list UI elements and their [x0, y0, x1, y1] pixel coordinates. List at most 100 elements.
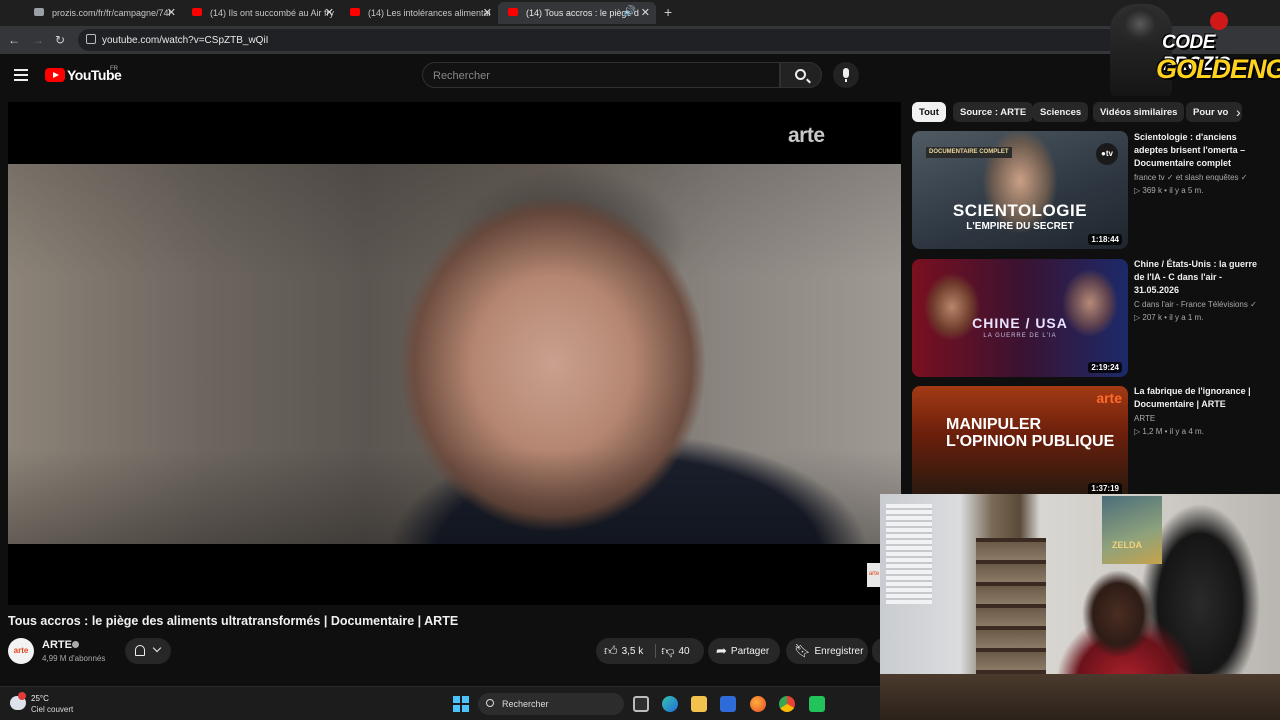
view-count: 207 k — [1142, 313, 1162, 322]
dislike-count[interactable]: 40 — [678, 646, 689, 657]
channel-name[interactable]: ARTE — [42, 639, 72, 651]
thumbnail-text: MANIPULER L'OPINION PUBLIQUE — [946, 416, 1115, 450]
store-icon[interactable] — [720, 696, 736, 712]
windows-start-icon[interactable] — [453, 696, 469, 712]
subscriber-count: 4,99 M d'abonnés — [42, 654, 106, 663]
recommendation-thumbnail[interactable]: DOCUMENTAIRE COMPLET ●tv SCIENTOLOGIE L'… — [912, 131, 1128, 249]
like-count[interactable]: 3,5 k — [622, 646, 644, 657]
recommendation-title[interactable]: La fabrique de l'ignorance | Documentair… — [1134, 385, 1262, 411]
desk — [880, 674, 1280, 720]
chevron-right-icon[interactable]: › — [1236, 104, 1241, 120]
browser-tab-tous-accros[interactable]: (14) Tous accros : le piège d 🔊 ✕ — [498, 2, 656, 24]
firefox-icon[interactable] — [750, 696, 766, 712]
channel-avatar[interactable]: arte — [8, 638, 34, 664]
video-frame — [8, 164, 901, 544]
back-arrow-icon[interactable]: ← — [8, 33, 20, 47]
thumbnail-badge: DOCUMENTAIRE COMPLET — [926, 147, 1012, 158]
share-label: Partager — [730, 645, 770, 657]
browser-tab-air-fryer[interactable]: (14) Ils ont succombé au Air fry ✕ — [182, 2, 340, 24]
close-icon[interactable]: ✕ — [641, 6, 650, 19]
weather-condition[interactable]: Ciel couvert — [31, 705, 73, 714]
thumbs-up-icon[interactable]: 👍︎ — [604, 643, 618, 659]
close-icon[interactable]: ✕ — [167, 6, 176, 19]
view-count: 1,2 M — [1142, 427, 1163, 436]
thumbnail-subtext: LA GUERRE DE L'IA — [983, 333, 1057, 339]
arte-logo: arte — [1096, 390, 1122, 406]
chrome-icon[interactable] — [779, 696, 795, 712]
task-view-icon[interactable] — [633, 696, 649, 712]
recommendation-channel[interactable]: ARTE — [1134, 414, 1155, 423]
recommendation-channel[interactable]: france tv ✓ et slash enquêtes ✓ — [1134, 173, 1247, 182]
bookmark-icon: 🔖︎ — [794, 643, 811, 658]
youtube-play-icon — [45, 68, 65, 82]
share-arrow-icon: ➦ — [716, 643, 727, 658]
france-tv-logo: ●tv — [1096, 143, 1118, 165]
url-text: youtube.com/watch?v=CSpZTB_wQiI — [102, 35, 269, 46]
youtube-header: YouTube FR Rechercher — [0, 54, 1280, 98]
search-icon — [486, 699, 494, 707]
bell-icon — [135, 645, 145, 656]
thumbs-down-icon[interactable]: 👎︎ — [661, 643, 674, 659]
share-button[interactable]: ➦ Partager — [708, 638, 780, 664]
red-emblem — [1210, 12, 1228, 30]
reload-icon[interactable]: ↻ — [55, 33, 65, 47]
tab-label: prozis.com/fr/fr/campagne/74l — [52, 8, 171, 18]
recommendation-meta: ▷ 1,2 M • il y a 4 m. — [1134, 427, 1204, 436]
like-divider — [655, 644, 656, 658]
recommendation-thumbnail[interactable]: arte MANIPULER L'OPINION PUBLIQUE 1:37:1… — [912, 386, 1128, 494]
zelda-poster: ZELDA — [1102, 496, 1162, 564]
browser-tab-intolerances[interactable]: (14) Les intolérances alimentai ✕ — [340, 2, 498, 24]
edge-icon[interactable] — [662, 696, 678, 712]
microphone-icon — [843, 68, 849, 78]
chip-source-arte[interactable]: Source : ARTE — [953, 102, 1034, 122]
promo-code-logo: CODE PROZIS GOLDENG — [1110, 4, 1280, 96]
save-button[interactable]: 🔖︎ Enregistrer — [786, 638, 868, 664]
voice-search-button[interactable] — [833, 62, 859, 88]
video-player[interactable]: arte arte — [8, 102, 901, 605]
search-button[interactable] — [780, 62, 822, 88]
arte-corner-logo: arte — [867, 563, 881, 587]
notification-bell-button[interactable] — [125, 638, 171, 664]
recommendation-thumbnail[interactable]: CHINE / USA LA GUERRE DE L'IA 2:19:24 — [912, 259, 1128, 377]
chevron-down-icon — [152, 643, 162, 653]
app-icon[interactable] — [809, 696, 825, 712]
search-input[interactable]: Rechercher — [422, 62, 780, 88]
recommendation-title[interactable]: Scientologie : d'anciens adeptes brisent… — [1134, 131, 1262, 170]
address-bar-row: ← → ↻ youtube.com/watch?v=CSpZTB_wQiI — [0, 26, 1280, 54]
close-icon[interactable]: ✕ — [483, 6, 492, 19]
webcam-overlay: ZELDA — [880, 494, 1280, 720]
chip-tout[interactable]: Tout — [912, 102, 946, 122]
recommendation-channel[interactable]: C dans l'air - France Télévisions ✓ — [1134, 300, 1257, 309]
logo-line-2: GOLDENG — [1156, 54, 1280, 84]
duration-badge: 1:37:19 — [1088, 483, 1122, 494]
view-count: 369 k — [1142, 186, 1162, 195]
chip-pour-vous[interactable]: Pour vo — [1186, 102, 1242, 122]
site-info-icon[interactable] — [86, 34, 96, 44]
menu-icon[interactable] — [14, 69, 28, 81]
weather-icon[interactable] — [10, 692, 26, 710]
thumbnail-text: SCIENTOLOGIE — [952, 201, 1088, 220]
forward-arrow-icon[interactable]: → — [32, 33, 44, 47]
recommendation-meta: ▷ 369 k • il y a 5 m. — [1134, 186, 1204, 195]
upload-age: il y a 1 m. — [1169, 313, 1204, 322]
close-icon[interactable]: ✕ — [325, 6, 334, 19]
search-icon — [795, 69, 806, 80]
recommendation-title[interactable]: Chine / États-Unis : la guerre de l'IA -… — [1134, 258, 1262, 297]
recommendation-meta: ▷ 207 k • il y a 1 m. — [1134, 313, 1204, 322]
thumbnail-text: CHINE / USA — [972, 315, 1068, 331]
taskbar-search[interactable]: Rechercher — [478, 693, 624, 715]
url-field[interactable]: youtube.com/watch?v=CSpZTB_wQiI — [78, 29, 1118, 51]
new-tab-button[interactable]: + — [664, 4, 672, 20]
file-explorer-icon[interactable] — [691, 696, 707, 712]
window-blinds — [886, 504, 932, 604]
chip-sciences[interactable]: Sciences — [1033, 102, 1089, 122]
duration-badge: 1:18:44 — [1088, 234, 1122, 245]
speaker-icon[interactable]: 🔊 — [624, 6, 636, 17]
youtube-favicon-icon — [192, 8, 202, 16]
video-title: Tous accros : le piège des aliments ultr… — [8, 614, 459, 628]
chip-videos-similaires[interactable]: Vidéos similaires — [1093, 102, 1185, 122]
like-dislike-group: 👍︎ 3,5 k 👎︎ 40 — [596, 638, 704, 664]
browser-tab-prozis[interactable]: prozis.com/fr/fr/campagne/74l ✕ — [24, 2, 182, 24]
tab-label: (14) Les intolérances alimentai — [368, 8, 491, 18]
temperature[interactable]: 25°C — [31, 694, 49, 703]
